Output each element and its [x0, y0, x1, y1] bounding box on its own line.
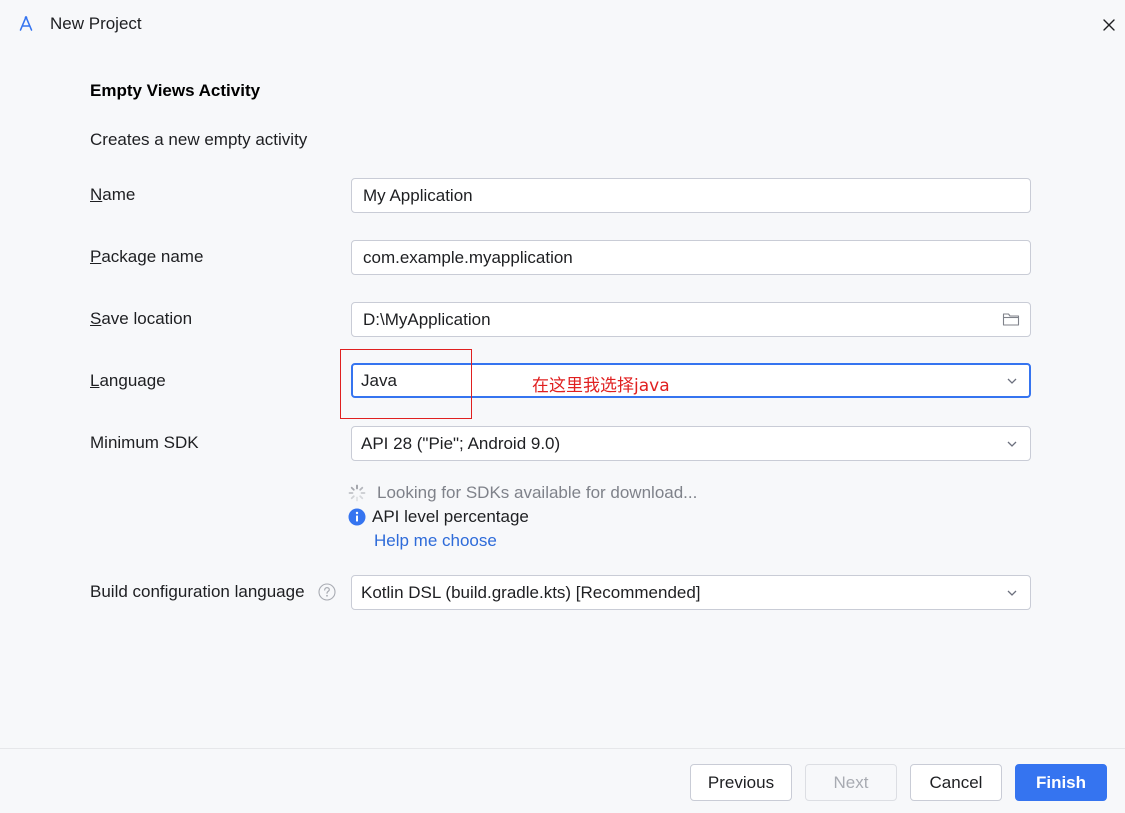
minimum-sdk-dropdown[interactable]: API 28 ("Pie"; Android 9.0)	[351, 426, 1031, 461]
package-name-label: Package name	[90, 247, 204, 266]
build-config-language-dropdown[interactable]: Kotlin DSL (build.gradle.kts) [Recommend…	[351, 575, 1031, 610]
question-mark-help-icon[interactable]	[318, 583, 336, 601]
save-location-value: D:\MyApplication	[363, 310, 491, 329]
annotation-text: 在这里我选择java	[532, 376, 670, 396]
info-icon	[348, 508, 366, 526]
build-config-language-label: Build configuration language	[90, 582, 305, 601]
chevron-down-icon	[1007, 378, 1017, 384]
next-button[interactable]: Next	[805, 764, 897, 801]
android-studio-logo-icon	[19, 16, 33, 31]
name-field-value: My Application	[363, 186, 473, 205]
api-level-percentage-text: API level percentage	[372, 507, 529, 526]
content-panel	[0, 50, 1125, 748]
loading-sdks-text: Looking for SDKs available for download.…	[377, 483, 698, 502]
save-location-field[interactable]: D:\MyApplication	[351, 302, 1031, 337]
previous-button[interactable]: Previous	[690, 764, 792, 801]
close-icon[interactable]	[1098, 14, 1120, 36]
cancel-button[interactable]: Cancel	[910, 764, 1002, 801]
template-description: Creates a new empty activity	[90, 130, 308, 149]
template-heading: Empty Views Activity	[90, 81, 261, 100]
loading-spinner-icon	[348, 484, 366, 502]
package-name-field[interactable]: com.example.myapplication	[351, 240, 1031, 275]
chevron-down-icon	[1007, 590, 1017, 596]
build-config-language-value: Kotlin DSL (build.gradle.kts) [Recommend…	[361, 583, 701, 602]
dialog-footer: Previous Next Cancel Finish	[0, 748, 1125, 813]
name-field[interactable]: My Application	[351, 178, 1031, 213]
finish-button[interactable]: Finish	[1015, 764, 1107, 801]
chevron-down-icon	[1007, 441, 1017, 447]
package-name-value: com.example.myapplication	[363, 248, 573, 267]
language-label: Language	[90, 371, 166, 390]
minimum-sdk-value: API 28 ("Pie"; Android 9.0)	[361, 434, 561, 453]
folder-icon[interactable]	[1002, 311, 1020, 327]
name-label: Name	[90, 185, 136, 204]
annotation-highlight-box	[340, 349, 472, 419]
help-me-choose-link[interactable]: Help me choose	[374, 531, 497, 551]
title-bar: New Project	[0, 0, 1125, 50]
window-title: New Project	[50, 14, 142, 33]
minimum-sdk-label: Minimum SDK	[90, 433, 199, 452]
save-location-label: Save location	[90, 309, 193, 328]
